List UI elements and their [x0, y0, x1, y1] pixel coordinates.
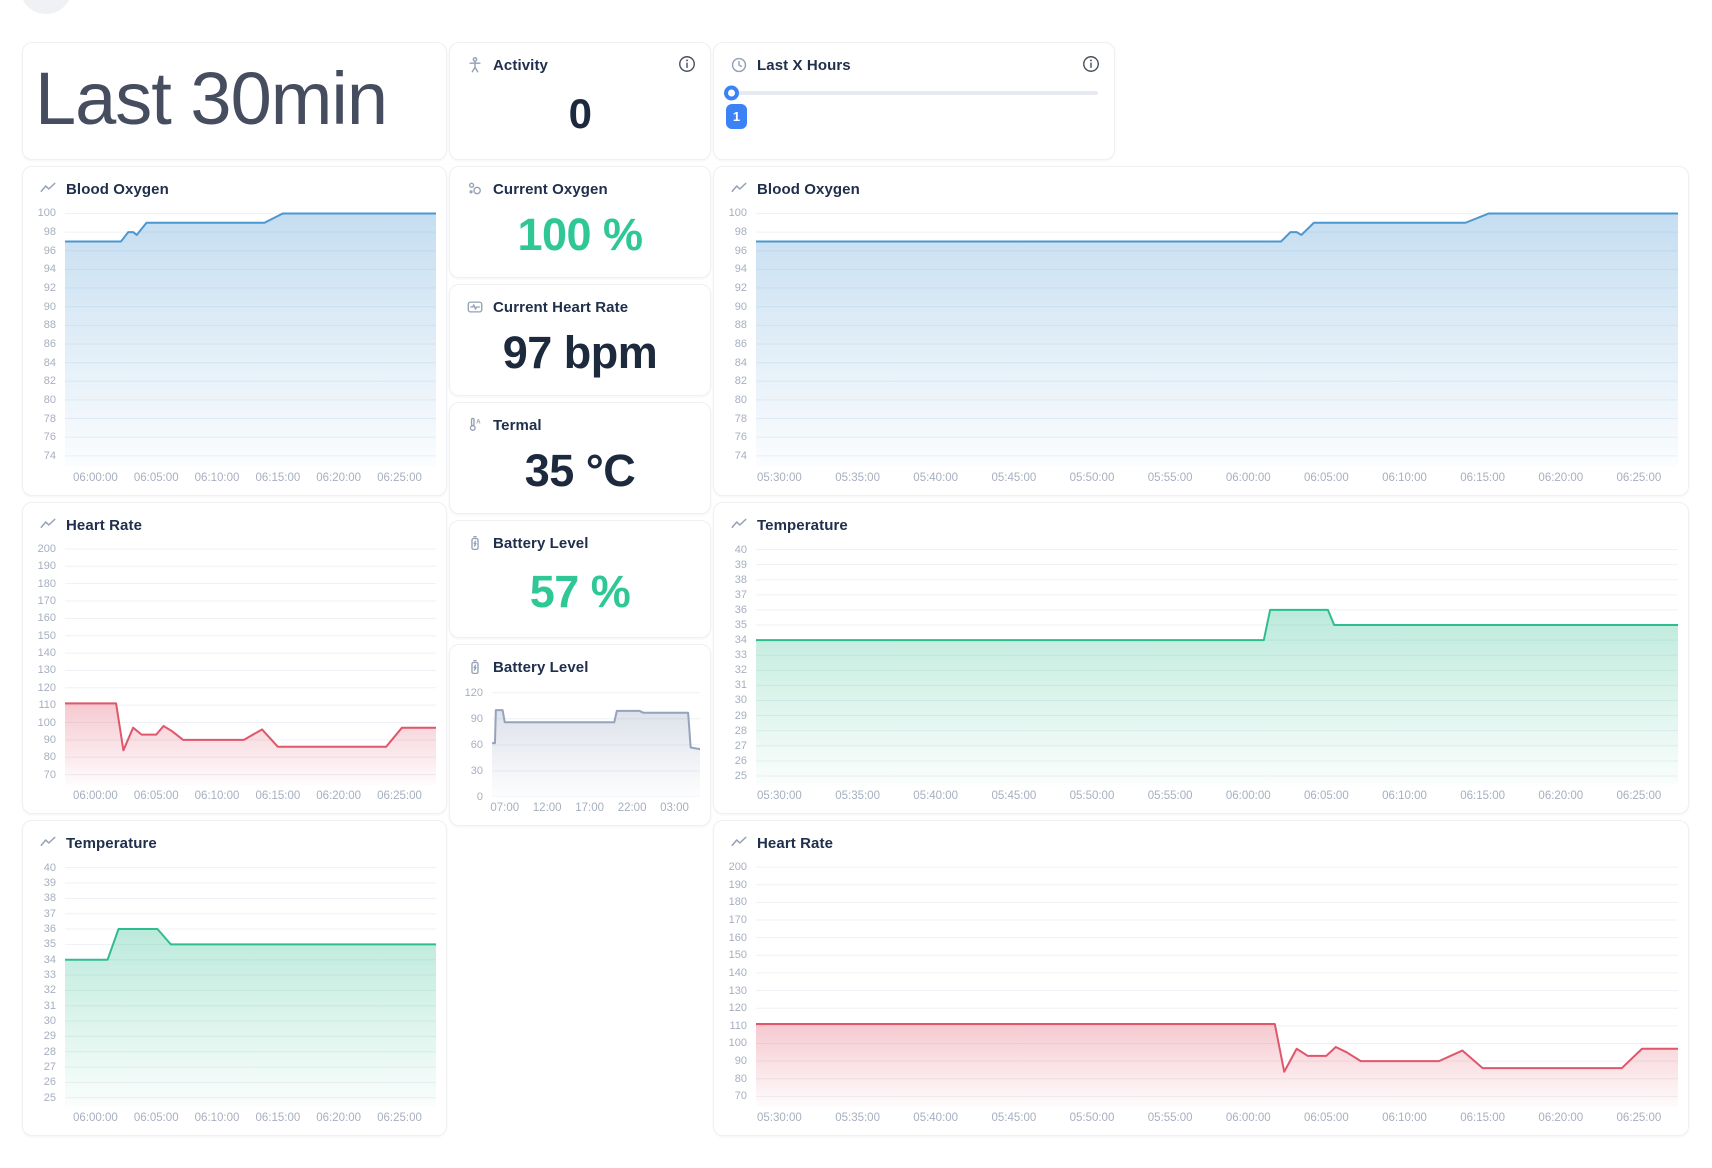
current-heart-rate-label: Current Heart Rate	[493, 299, 628, 316]
y-axis-labels: 40393837363534333231302928272625	[23, 860, 65, 1107]
termal-value: 35 °C	[450, 434, 710, 513]
current-oxygen-value: 100 %	[450, 198, 710, 277]
y-axis-labels: 200190180170160150140130120110100908070	[714, 860, 756, 1107]
chart-title: Blood Oxygen	[757, 181, 860, 198]
trend-line-icon	[39, 834, 57, 852]
info-icon[interactable]	[677, 54, 697, 77]
chart-plot-area[interactable]	[756, 542, 1678, 785]
heart-rate-chart-card-30min: Heart Rate 20019018017016015014013012011…	[22, 502, 447, 814]
temperature-chart-card-30min: Temperature 4039383736353433323130292827…	[22, 820, 447, 1136]
chart-plot-area[interactable]	[65, 542, 436, 785]
hours-slider-value-badge: 1	[726, 104, 747, 129]
last-x-hours-card: Last X Hours 1	[713, 42, 1115, 160]
current-oxygen-label: Current Oxygen	[493, 181, 608, 198]
hours-slider-handle[interactable]	[724, 86, 739, 101]
hours-slider-track[interactable]: 1	[730, 91, 1098, 95]
activity-value: 0	[450, 74, 710, 159]
x-axis-labels: 05:30:0005:35:0005:40:0005:45:0005:50:00…	[756, 785, 1678, 809]
trend-line-icon	[39, 180, 57, 198]
y-axis-labels: 1209060300	[450, 684, 492, 797]
battery-icon	[466, 658, 484, 676]
person-icon	[466, 56, 484, 74]
chart-title: Battery Level	[493, 659, 589, 676]
battery-level-label: Battery Level	[493, 535, 589, 552]
x-axis-labels: 05:30:0005:35:0005:40:0005:45:0005:50:00…	[756, 467, 1678, 491]
current-oxygen-card: Current Oxygen 100 %	[449, 166, 711, 278]
molecule-icon	[466, 180, 484, 198]
x-axis-labels: 06:00:0006:05:0006:10:0006:15:0006:20:00…	[65, 467, 436, 491]
avatar	[20, 0, 72, 14]
trend-line-icon	[730, 834, 748, 852]
info-icon[interactable]	[1081, 54, 1101, 77]
page-title: Last 30min	[23, 62, 446, 140]
trend-line-icon	[730, 180, 748, 198]
clock-icon	[730, 56, 748, 74]
chart-title: Blood Oxygen	[66, 181, 169, 198]
current-heart-rate-value: 97 bpm	[450, 316, 710, 395]
y-axis-labels: 200190180170160150140130120110100908070	[23, 542, 65, 785]
x-axis-labels: 05:30:0005:35:0005:40:0005:45:0005:50:00…	[756, 1107, 1678, 1131]
battery-level-value: 57 %	[450, 552, 710, 637]
x-axis-labels: 06:00:0006:05:0006:10:0006:15:0006:20:00…	[65, 785, 436, 809]
chart-plot-area[interactable]	[65, 860, 436, 1107]
timeframe-title-card: Last 30min	[22, 42, 447, 160]
chart-plot-area[interactable]	[492, 684, 700, 797]
battery-history-chart-card: Battery Level 1209060300 07:0012:0017:00…	[449, 644, 711, 826]
chart-title: Heart Rate	[66, 517, 142, 534]
svg-text:A: A	[476, 420, 481, 426]
chart-title: Temperature	[66, 835, 157, 852]
y-axis-labels: 10098969492908886848280787674	[23, 206, 65, 467]
trend-line-icon	[730, 516, 748, 534]
x-axis-labels: 07:0012:0017:0022:0003:00	[492, 797, 700, 821]
y-axis-labels: 10098969492908886848280787674	[714, 206, 756, 467]
trend-line-icon	[39, 516, 57, 534]
chart-plot-area[interactable]	[756, 860, 1678, 1107]
heart-rate-chart-card-xhours: Heart Rate 20019018017016015014013012011…	[713, 820, 1689, 1136]
chart-plot-area[interactable]	[65, 206, 436, 467]
activity-card: Activity 0	[449, 42, 711, 160]
ecg-monitor-icon	[466, 298, 484, 316]
chart-title: Temperature	[757, 517, 848, 534]
blood-oxygen-chart-card-30min: Blood Oxygen 100989694929088868482807876…	[22, 166, 447, 496]
current-heart-rate-card: Current Heart Rate 97 bpm	[449, 284, 711, 396]
chart-plot-area[interactable]	[756, 206, 1678, 467]
termal-label: Termal	[493, 417, 542, 434]
chart-title: Heart Rate	[757, 835, 833, 852]
thermometer-icon: A	[466, 416, 484, 434]
activity-label: Activity	[493, 57, 548, 74]
battery-level-card: Battery Level 57 %	[449, 520, 711, 638]
termal-card: A Termal 35 °C	[449, 402, 711, 514]
battery-icon	[466, 534, 484, 552]
last-x-hours-label: Last X Hours	[757, 57, 851, 74]
x-axis-labels: 06:00:0006:05:0006:10:0006:15:0006:20:00…	[65, 1107, 436, 1131]
y-axis-labels: 40393837363534333231302928272625	[714, 542, 756, 785]
blood-oxygen-chart-card-xhours: Blood Oxygen 100989694929088868482807876…	[713, 166, 1689, 496]
temperature-chart-card-xhours: Temperature 4039383736353433323130292827…	[713, 502, 1689, 814]
